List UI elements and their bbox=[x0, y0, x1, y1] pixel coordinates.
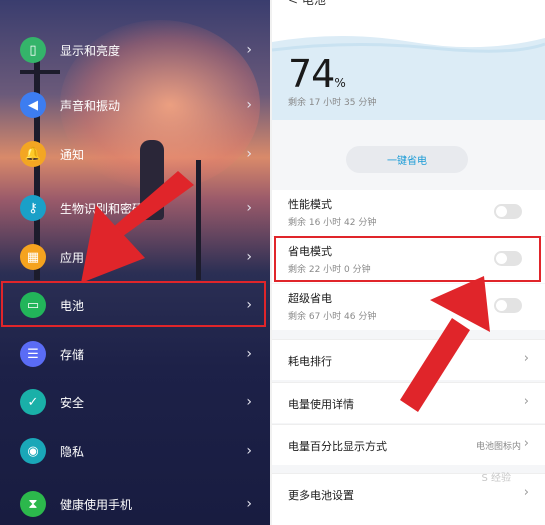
right-red-arrow bbox=[400, 276, 490, 412]
left-red-arrow bbox=[81, 171, 194, 283]
annotation-arrows bbox=[81, 171, 490, 412]
